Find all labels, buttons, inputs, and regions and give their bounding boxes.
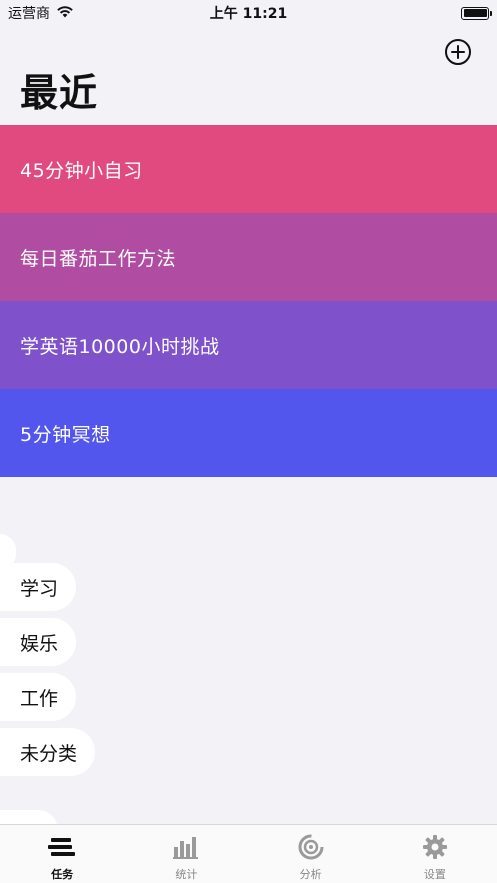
- tab-label: 任务: [51, 868, 74, 881]
- category-label: 未分类: [20, 742, 78, 765]
- tab-tasks[interactable]: 任务: [0, 825, 124, 883]
- category-panel: 学习 娱乐 工作 未分类: [0, 478, 497, 830]
- battery-icon: [461, 6, 492, 20]
- wifi-icon: [56, 5, 74, 22]
- category-label: 工作: [20, 687, 59, 710]
- recent-item-label: 每日番茄工作方法: [20, 247, 177, 270]
- recent-item[interactable]: 学英语10000小时挑战: [0, 301, 497, 389]
- status-left: 运营商: [8, 3, 74, 23]
- plus-circle-icon: [445, 39, 471, 65]
- status-time: 上午 11:21: [209, 6, 288, 22]
- bar-chart-icon: [171, 834, 201, 860]
- recent-item[interactable]: 5分钟冥想: [0, 389, 497, 477]
- category-label: 娱乐: [20, 632, 59, 655]
- recent-item[interactable]: 45分钟小自习: [0, 125, 497, 213]
- recent-list: 45分钟小自习 每日番茄工作方法 学英语10000小时挑战 5分钟冥想: [0, 125, 497, 477]
- ring-chart-icon: [296, 834, 326, 860]
- category-label: 学习: [20, 577, 59, 600]
- tab-stats[interactable]: 统计: [124, 825, 248, 883]
- add-button[interactable]: [444, 38, 472, 66]
- tab-label: 分析: [299, 868, 322, 881]
- tab-analysis[interactable]: 分析: [249, 825, 373, 883]
- tab-bar: 任务 统计 分析 设置: [0, 824, 497, 883]
- category-item-uncategorized[interactable]: 未分类: [0, 728, 96, 776]
- recent-item[interactable]: 每日番茄工作方法: [0, 213, 497, 301]
- page-title: 最近: [20, 71, 99, 115]
- gear-icon: [420, 834, 450, 860]
- category-item-entertainment[interactable]: 娱乐: [0, 618, 77, 666]
- tasks-icon: [47, 834, 77, 860]
- recent-item-label: 45分钟小自习: [20, 159, 143, 182]
- recent-item-label: 5分钟冥想: [20, 423, 111, 446]
- recent-item-label: 学英语10000小时挑战: [20, 335, 220, 358]
- status-bar: 运营商 上午 11:21: [0, 0, 497, 26]
- tab-label: 设置: [423, 868, 446, 881]
- tab-settings[interactable]: 设置: [373, 825, 497, 883]
- tab-label: 统计: [175, 868, 198, 881]
- category-item-work[interactable]: 工作: [0, 673, 77, 721]
- category-item-study[interactable]: 学习: [0, 563, 77, 611]
- carrier-label: 运营商: [8, 6, 50, 22]
